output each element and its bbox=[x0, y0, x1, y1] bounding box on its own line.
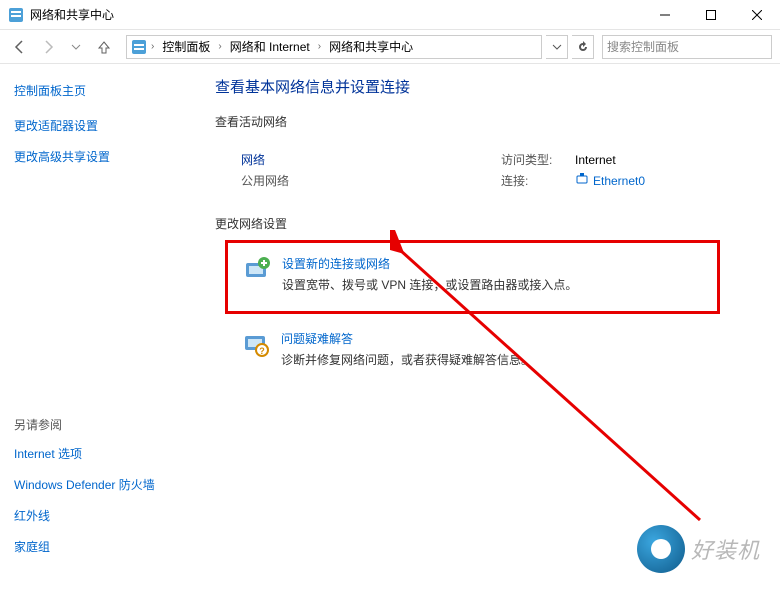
chevron-right-icon: › bbox=[216, 41, 223, 52]
forward-button[interactable] bbox=[36, 35, 60, 59]
active-network-row: 网络 公用网络 访问类型: Internet 连接: Ethernet0 bbox=[241, 151, 760, 193]
window-icon bbox=[8, 7, 24, 23]
page-heading: 查看基本网络信息并设置连接 bbox=[215, 76, 760, 97]
back-button[interactable] bbox=[8, 35, 32, 59]
option-title: 问题疑难解答 bbox=[281, 330, 533, 347]
logo-icon bbox=[637, 525, 685, 573]
maximize-button[interactable] bbox=[688, 0, 734, 30]
see-also-infrared[interactable]: 红外线 bbox=[14, 507, 155, 524]
window-title: 网络和共享中心 bbox=[30, 6, 642, 23]
connection-label: 连接: bbox=[501, 172, 561, 189]
change-settings-title: 更改网络设置 bbox=[215, 215, 760, 232]
connection-value: Ethernet0 bbox=[593, 174, 645, 188]
see-also-defender-firewall[interactable]: Windows Defender 防火墙 bbox=[14, 476, 155, 493]
recent-button[interactable] bbox=[64, 35, 88, 59]
up-button[interactable] bbox=[92, 35, 116, 59]
network-name: 网络 bbox=[241, 151, 501, 168]
address-bar: › 控制面板 › 网络和 Internet › 网络和共享中心 搜索控制面板 bbox=[0, 30, 780, 64]
close-button[interactable] bbox=[734, 0, 780, 30]
breadcrumb-icon bbox=[131, 39, 147, 55]
search-input[interactable]: 搜索控制面板 bbox=[602, 35, 772, 59]
minimize-button[interactable] bbox=[642, 0, 688, 30]
highlighted-option: 设置新的连接或网络 设置宽带、拨号或 VPN 连接；或设置路由器或接入点。 bbox=[225, 240, 720, 314]
breadcrumb-item[interactable]: 网络和共享中心 bbox=[325, 38, 417, 55]
control-panel-home-link[interactable]: 控制面板主页 bbox=[14, 82, 181, 99]
chevron-right-icon: › bbox=[316, 41, 323, 52]
search-placeholder: 搜索控制面板 bbox=[607, 38, 679, 55]
svg-text:?: ? bbox=[259, 346, 265, 356]
sidebar: 控制面板主页 更改适配器设置 更改高级共享设置 另请参阅 Internet 选项… bbox=[0, 64, 195, 591]
access-type-value: Internet bbox=[575, 153, 616, 167]
ethernet-icon bbox=[575, 172, 589, 189]
history-dropdown[interactable] bbox=[546, 35, 568, 59]
breadcrumb-item[interactable]: 网络和 Internet bbox=[226, 38, 314, 55]
breadcrumb-item[interactable]: 控制面板 bbox=[158, 38, 214, 55]
option-desc: 设置宽带、拨号或 VPN 连接；或设置路由器或接入点。 bbox=[282, 276, 577, 293]
sidebar-link-sharing-settings[interactable]: 更改高级共享设置 bbox=[14, 148, 181, 165]
active-networks-title: 查看活动网络 bbox=[215, 113, 760, 130]
chevron-right-icon: › bbox=[149, 41, 156, 52]
see-also-homegroup[interactable]: 家庭组 bbox=[14, 538, 155, 555]
network-type: 公用网络 bbox=[241, 172, 501, 189]
option-troubleshoot[interactable]: ? 问题疑难解答 诊断并修复网络问题，或者获得疑难解答信息。 bbox=[233, 324, 760, 374]
watermark-logo: 好装机 bbox=[637, 525, 760, 573]
see-also-internet-options[interactable]: Internet 选项 bbox=[14, 445, 155, 462]
new-connection-icon bbox=[242, 255, 270, 283]
see-also-heading: 另请参阅 bbox=[14, 416, 155, 433]
option-desc: 诊断并修复网络问题，或者获得疑难解答信息。 bbox=[281, 351, 533, 368]
main-panel: 查看基本网络信息并设置连接 查看活动网络 网络 公用网络 访问类型: Inter… bbox=[195, 64, 780, 591]
access-type-label: 访问类型: bbox=[501, 151, 561, 168]
option-new-connection[interactable]: 设置新的连接或网络 设置宽带、拨号或 VPN 连接；或设置路由器或接入点。 bbox=[234, 249, 711, 299]
sidebar-link-adapter-settings[interactable]: 更改适配器设置 bbox=[14, 117, 181, 134]
breadcrumb[interactable]: › 控制面板 › 网络和 Internet › 网络和共享中心 bbox=[126, 35, 542, 59]
troubleshoot-icon: ? bbox=[241, 330, 269, 358]
logo-text: 好装机 bbox=[691, 533, 760, 565]
titlebar: 网络和共享中心 bbox=[0, 0, 780, 30]
connection-link[interactable]: Ethernet0 bbox=[575, 172, 645, 189]
option-title: 设置新的连接或网络 bbox=[282, 255, 577, 272]
refresh-button[interactable] bbox=[572, 35, 594, 59]
